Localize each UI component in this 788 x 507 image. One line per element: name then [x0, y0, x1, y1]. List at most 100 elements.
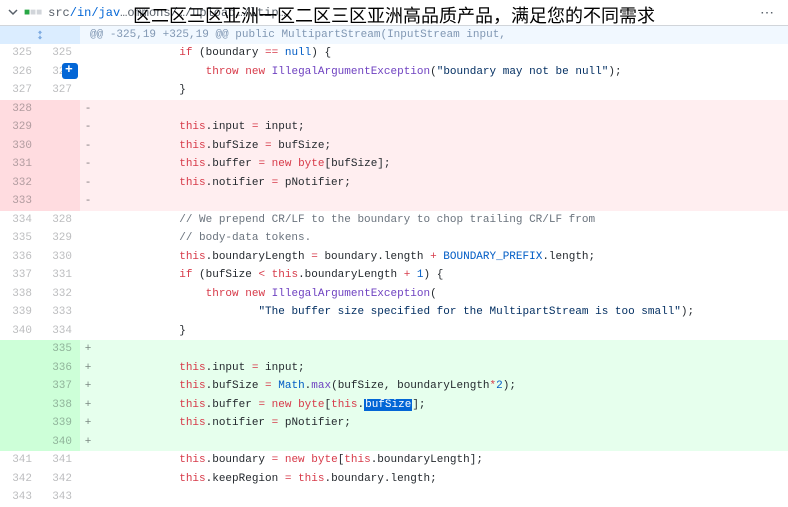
- add-comment-icon[interactable]: [62, 63, 78, 79]
- diff-mark: [80, 451, 96, 470]
- line-number-new[interactable]: 332: [40, 285, 80, 304]
- line-number-old[interactable]: 340: [0, 322, 40, 341]
- diff-mark: [80, 81, 96, 100]
- diff-line: 327327 }: [0, 81, 788, 100]
- line-number-old[interactable]: 329: [0, 118, 40, 137]
- diff-mark: +: [80, 414, 96, 433]
- line-number-old[interactable]: 333: [0, 192, 40, 211]
- line-number-new[interactable]: [40, 118, 80, 137]
- diff-line: 328 -: [0, 100, 788, 119]
- chevron-down-icon[interactable]: [8, 6, 18, 20]
- line-number-old[interactable]: 330: [0, 137, 40, 156]
- line-number-old[interactable]: 341: [0, 451, 40, 470]
- diff-mark: [80, 229, 96, 248]
- line-number-new[interactable]: [40, 100, 80, 119]
- diff-mark: [80, 303, 96, 322]
- line-number-new[interactable]: 328: [40, 211, 80, 230]
- line-number-old[interactable]: 334: [0, 211, 40, 230]
- diff-mark: [80, 470, 96, 489]
- diff-mark: -: [80, 155, 96, 174]
- line-number-old[interactable]: 339: [0, 303, 40, 322]
- diff-view: 325325 if (boundary == null) {326326 thr…: [0, 44, 788, 507]
- diff-mark: [80, 63, 96, 82]
- line-number-new[interactable]: 334: [40, 322, 80, 341]
- line-number-new[interactable]: [40, 155, 80, 174]
- line-number-new[interactable]: 338: [40, 396, 80, 415]
- line-number-old[interactable]: 328: [0, 100, 40, 119]
- diff-line: 339333 "The buffer size specified for th…: [0, 303, 788, 322]
- line-number-new[interactable]: [40, 137, 80, 156]
- line-number-old[interactable]: 343: [0, 488, 40, 507]
- diff-mark: [80, 211, 96, 230]
- diff-mark: -: [80, 100, 96, 119]
- line-number-old[interactable]: 326: [0, 63, 40, 82]
- line-number-old[interactable]: 342: [0, 470, 40, 489]
- code-content: [96, 488, 788, 507]
- diff-mark: [80, 248, 96, 267]
- line-number-old[interactable]: 325: [0, 44, 40, 63]
- line-number-old[interactable]: [0, 396, 40, 415]
- line-number-new[interactable]: 325: [40, 44, 80, 63]
- code-content: this.bufSize = bufSize;: [96, 137, 788, 156]
- line-number-new[interactable]: 331: [40, 266, 80, 285]
- diff-line: 335329 // body-data tokens.: [0, 229, 788, 248]
- diff-mark: +: [80, 433, 96, 452]
- diff-mark: [80, 44, 96, 63]
- diff-mark: [80, 285, 96, 304]
- diff-line: 332- this.notifier = pNotifier;: [0, 174, 788, 193]
- diff-line: 342342 this.keepRegion = this.boundary.l…: [0, 470, 788, 489]
- file-path[interactable]: src/in/jav…ommons/…/upload…/ltip…: [48, 6, 754, 20]
- line-number-new[interactable]: 336: [40, 359, 80, 378]
- line-number-new[interactable]: 342: [40, 470, 80, 489]
- code-content: this.notifier = pNotifier;: [96, 414, 788, 433]
- code-content: [96, 340, 788, 359]
- diff-mark: [80, 266, 96, 285]
- diff-line: 340334 }: [0, 322, 788, 341]
- expand-icon[interactable]: [0, 26, 80, 44]
- line-number-new[interactable]: 335: [40, 340, 80, 359]
- line-number-new[interactable]: 337: [40, 377, 80, 396]
- diff-mark: -: [80, 118, 96, 137]
- line-number-new[interactable]: 330: [40, 248, 80, 267]
- line-number-new[interactable]: 340: [40, 433, 80, 452]
- code-content: this.keepRegion = this.boundary.length;: [96, 470, 788, 489]
- line-number-old[interactable]: [0, 414, 40, 433]
- line-number-new[interactable]: [40, 192, 80, 211]
- code-content: this.input = input;: [96, 118, 788, 137]
- line-number-new[interactable]: [40, 174, 80, 193]
- line-number-old[interactable]: [0, 377, 40, 396]
- code-content: this.boundary = new byte[this.boundaryLe…: [96, 451, 788, 470]
- code-content: [96, 100, 788, 119]
- code-content: this.input = input;: [96, 359, 788, 378]
- line-number-new[interactable]: 329: [40, 229, 80, 248]
- code-content: this.buffer = new byte[this.bufSize];: [96, 396, 788, 415]
- diff-line: 339+ this.notifier = pNotifier;: [0, 414, 788, 433]
- code-content: throw new IllegalArgumentException("boun…: [96, 63, 788, 82]
- line-number-old[interactable]: 336: [0, 248, 40, 267]
- code-content: // body-data tokens.: [96, 229, 788, 248]
- code-content: throw new IllegalArgumentException(: [96, 285, 788, 304]
- code-content: [96, 192, 788, 211]
- line-number-new[interactable]: 333: [40, 303, 80, 322]
- code-content: if (bufSize < this.boundaryLength + 1) {: [96, 266, 788, 285]
- code-content: [96, 433, 788, 452]
- line-number-old[interactable]: [0, 359, 40, 378]
- line-number-new[interactable]: 343: [40, 488, 80, 507]
- line-number-old[interactable]: [0, 340, 40, 359]
- line-number-old[interactable]: 337: [0, 266, 40, 285]
- line-number-new[interactable]: 341: [40, 451, 80, 470]
- line-number-old[interactable]: 335: [0, 229, 40, 248]
- code-content: // We prepend CR/LF to the boundary to c…: [96, 211, 788, 230]
- file-actions-menu-icon[interactable]: ⋯: [754, 4, 780, 21]
- diff-line: 336330 this.boundaryLength = boundary.le…: [0, 248, 788, 267]
- diff-line: 338+ this.buffer = new byte[this.bufSize…: [0, 396, 788, 415]
- line-number-old[interactable]: [0, 433, 40, 452]
- line-number-old[interactable]: 331: [0, 155, 40, 174]
- line-number-old[interactable]: 327: [0, 81, 40, 100]
- line-number-old[interactable]: 338: [0, 285, 40, 304]
- line-number-old[interactable]: 332: [0, 174, 40, 193]
- line-number-new[interactable]: 339: [40, 414, 80, 433]
- diff-line: 333-: [0, 192, 788, 211]
- diff-line: 336+ this.input = input;: [0, 359, 788, 378]
- line-number-new[interactable]: 327: [40, 81, 80, 100]
